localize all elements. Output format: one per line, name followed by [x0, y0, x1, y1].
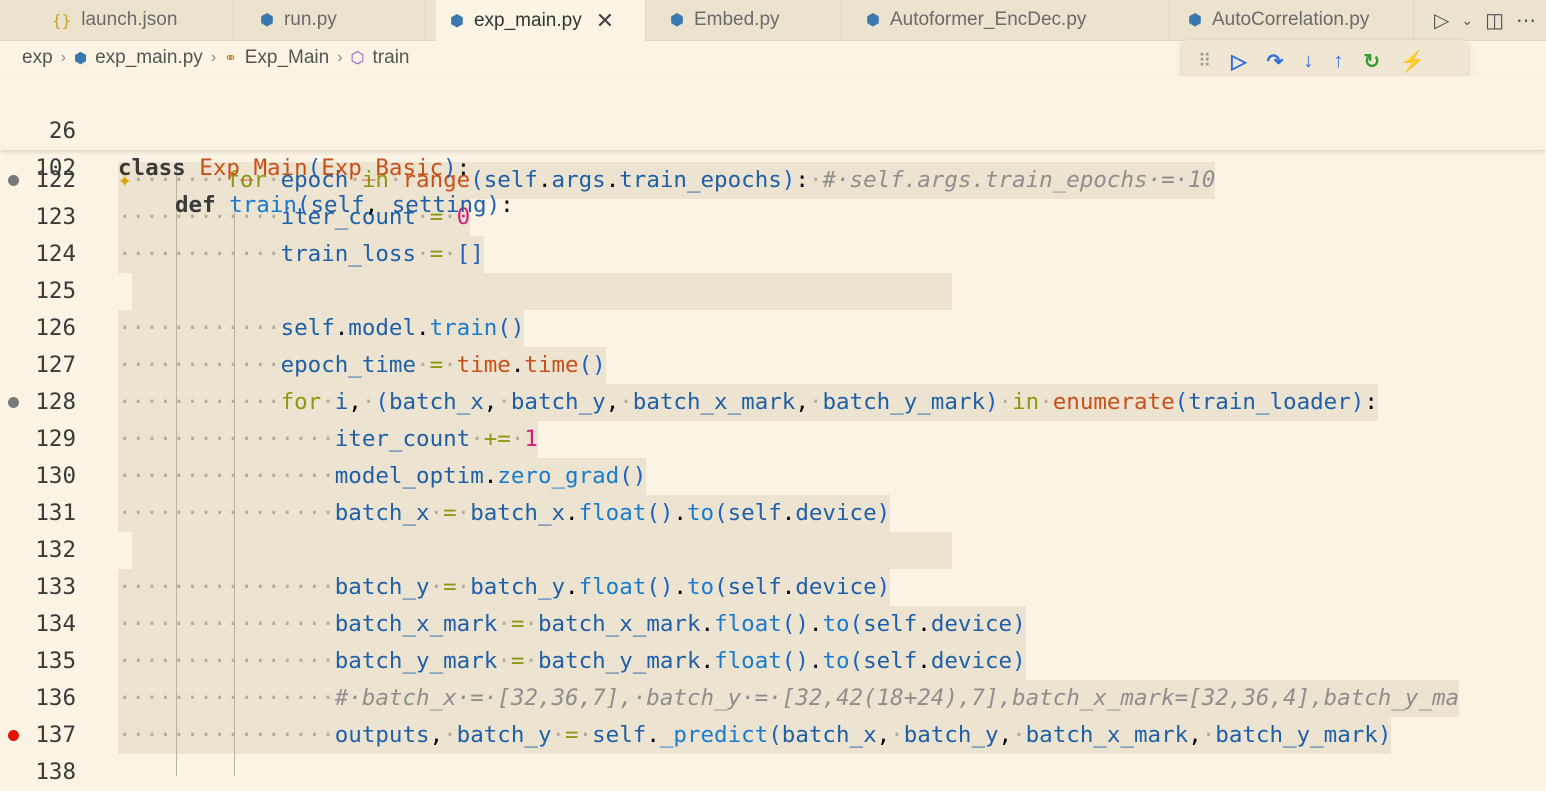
code-text: ················#·batch_x·=·[32,36,7],·b… [118, 680, 1460, 717]
step-over-icon[interactable]: ↷ [1267, 49, 1284, 74]
code-line[interactable]: 134 ················batch_x_mark·=·batch_… [0, 606, 1546, 643]
tab-run-py[interactable]: ⬢ run.py [246, 0, 426, 40]
line-number: 133 [35, 574, 76, 600]
run-icon[interactable]: ▷ [1434, 8, 1449, 33]
line-number: 128 [35, 389, 76, 415]
continue-icon[interactable]: ▷ [1231, 49, 1246, 74]
line-number: 137 [35, 722, 76, 748]
line-number: 127 [35, 352, 76, 378]
more-icon[interactable]: ⋯ [1516, 8, 1536, 33]
sticky-line[interactable]: 102 def train(self, setting): [0, 113, 1546, 218]
tab-autoformer-encdec-py[interactable]: ⬢ Autoformer_EncDec.py [852, 0, 1170, 40]
code-text: def train(self, setting): [175, 192, 514, 218]
sticky-scroll: 26 class Exp_Main(Exp_Basic): 102 def tr… [0, 76, 1546, 218]
tab-label: launch.json [81, 9, 178, 30]
json-icon: {} [52, 10, 72, 30]
tab-label: run.py [283, 9, 337, 30]
code-line[interactable]: 132 [0, 532, 1546, 569]
code-text: ················batch_y_mark·=·batch_y_m… [118, 643, 1026, 680]
code-text [132, 273, 952, 310]
line-number: 138 [35, 759, 76, 785]
code-text: ············train_loss·=·[] [118, 236, 484, 273]
code-line[interactable]: 138 [0, 754, 1546, 791]
python-icon: ⬢ [1188, 12, 1202, 29]
tab-label: Embed.py [693, 9, 780, 30]
code-text: ············for·i,·(batch_x,·batch_y,·ba… [118, 384, 1378, 421]
python-icon: ⬢ [670, 12, 684, 29]
code-line[interactable]: 130 ················model_optim.zero_grad… [0, 458, 1546, 495]
code-text: ················batch_x_mark·=·batch_x_m… [118, 606, 1026, 643]
breadcrumb-class[interactable]: Exp_Main [245, 47, 330, 69]
chevron-right-icon: › [60, 49, 66, 66]
grip-icon[interactable]: ⠿ [1198, 51, 1211, 72]
sticky-line[interactable]: 26 class Exp_Main(Exp_Basic): [0, 76, 1546, 181]
tab-embed-py[interactable]: ⬢ Embed.py [656, 0, 842, 40]
code-line[interactable]: 127 ············epoch_time·=·time.time() [0, 347, 1546, 384]
python-icon: ⬢ [260, 12, 274, 29]
split-editor-icon[interactable]: ◫ [1485, 8, 1504, 33]
line-number: 126 [35, 315, 76, 341]
tab-exp-main-py[interactable]: ⬢ exp_main.py ✕ [436, 0, 646, 41]
step-out-icon[interactable]: ↑ [1333, 50, 1343, 73]
line-number: 129 [35, 426, 76, 452]
python-icon: ⬢ [450, 12, 464, 30]
chevron-down-icon[interactable]: ⌄ [1461, 12, 1473, 29]
line-number: 134 [35, 611, 76, 637]
editor-actions: ▷ ⌄ ◫ ⋯ [1433, 0, 1546, 40]
code-line[interactable]: 124 ············train_loss·=·[] [0, 236, 1546, 273]
line-number: 131 [35, 500, 76, 526]
code-text: ················iter_count·+=·1 [118, 421, 538, 458]
indent-guide [234, 199, 235, 776]
breadcrumb: exp › ⬢ exp_main.py › ⚭ Exp_Main › ⬡ tra… [22, 44, 409, 72]
code-text: ················outputs,·batch_y·=·self.… [118, 717, 1392, 754]
tab-label: Autoformer_EncDec.py [889, 9, 1087, 30]
code-line[interactable]: 135 ················batch_y_mark·=·batch_… [0, 643, 1546, 680]
code-text: ············self.model.train() [118, 310, 525, 347]
line-number: 135 [35, 648, 76, 674]
code-line[interactable]: 129 ················iter_count·+=·1 [0, 421, 1546, 458]
line-number: 125 [35, 278, 76, 304]
code-text: ················model_optim.zero_grad() [118, 458, 647, 495]
tab-autocorrelation-py[interactable]: ⬢ AutoCorrelation.py [1174, 0, 1414, 40]
code-editor[interactable]: 26 class Exp_Main(Exp_Basic): 102 def tr… [0, 76, 1546, 785]
tab-launch-json[interactable]: {} launch.json [38, 0, 234, 40]
breadcrumb-folder[interactable]: exp [22, 47, 53, 69]
disconnect-icon[interactable]: ⚡ [1400, 49, 1425, 74]
code-line[interactable]: 128 ············for·i,·(batch_x,·batch_y,… [0, 384, 1546, 421]
line-number: 130 [35, 463, 76, 489]
line-number: 132 [35, 537, 76, 563]
code-line[interactable]: 136 ················#·batch_x·=·[32,36,7]… [0, 680, 1546, 717]
code-line[interactable]: 126 ············self.model.train() [0, 310, 1546, 347]
indent-guide [176, 162, 177, 776]
class-icon: ⚭ [224, 50, 237, 67]
code-line[interactable]: 137 ················outputs,·batch_y·=·se… [0, 717, 1546, 754]
chevron-right-icon: › [337, 49, 343, 66]
restart-icon[interactable]: ↻ [1363, 49, 1380, 74]
breadcrumb-method[interactable]: train [373, 47, 410, 69]
code-text: ············epoch_time·=·time.time() [118, 347, 606, 384]
tab-label: exp_main.py [473, 9, 582, 31]
line-number: 102 [35, 155, 76, 181]
tab-label: AutoCorrelation.py [1211, 9, 1370, 30]
chevron-right-icon: › [210, 49, 217, 66]
python-icon: ⬢ [73, 50, 88, 67]
code-text [132, 532, 952, 569]
code-line[interactable]: 125 [0, 273, 1546, 310]
step-into-icon[interactable]: ↓ [1303, 50, 1313, 73]
close-icon[interactable]: ✕ [596, 8, 614, 34]
tab-bar: {} launch.json ⬢ run.py ⬢ exp_main.py ✕ … [0, 0, 1546, 41]
method-icon: ⬡ [350, 50, 365, 67]
breadcrumb-file[interactable]: exp_main.py [95, 47, 203, 69]
code-line[interactable]: 133 ················batch_y·=·batch_y.flo… [0, 569, 1546, 606]
code-text: class Exp_Main(Exp_Basic): [118, 155, 471, 181]
line-number: 136 [35, 685, 76, 711]
code-line[interactable]: 131 ················batch_x·=·batch_x.flo… [0, 495, 1546, 532]
python-icon: ⬢ [866, 12, 880, 29]
